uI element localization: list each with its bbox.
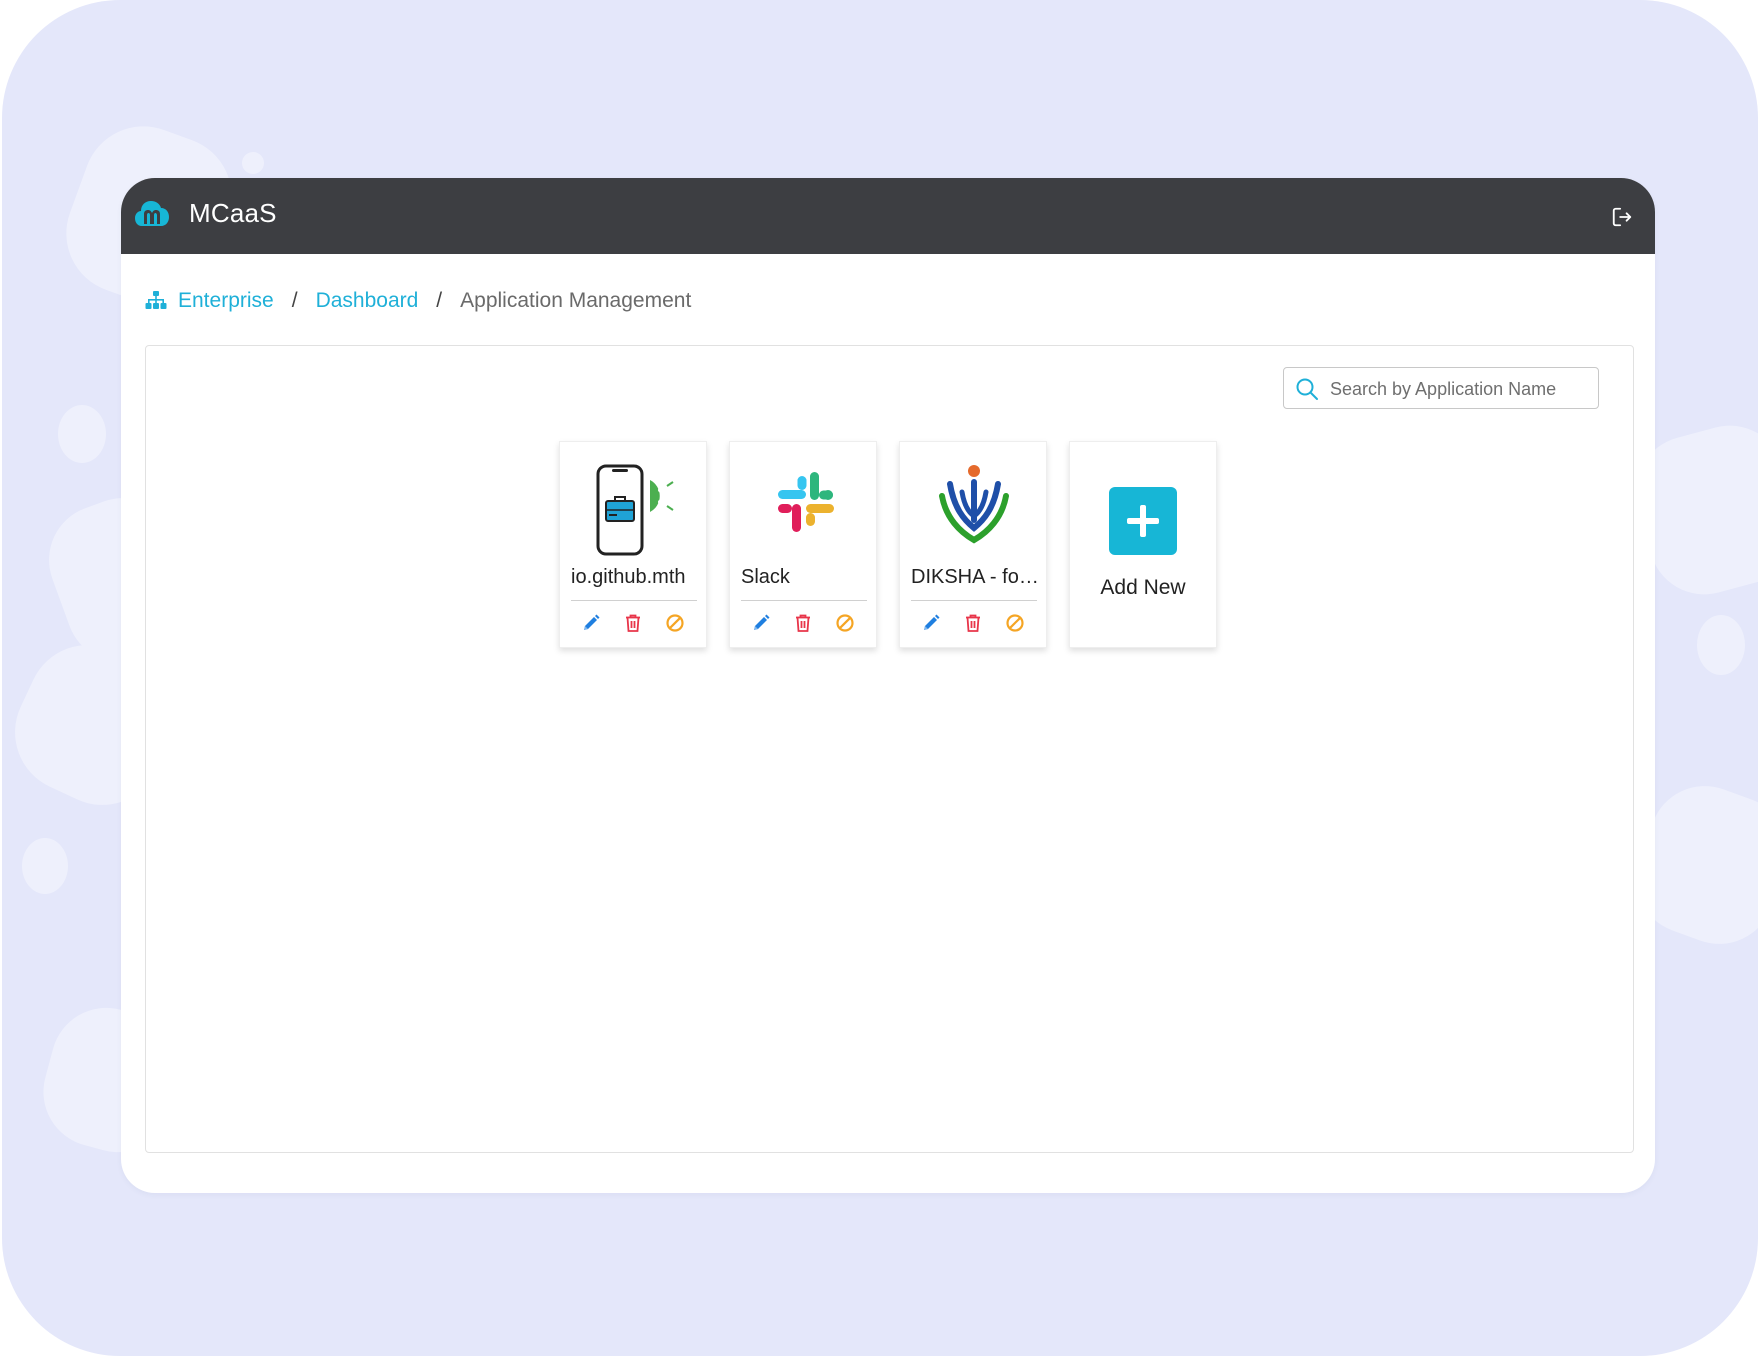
- add-new-button[interactable]: [1109, 487, 1177, 555]
- breadcrumb-dashboard[interactable]: Dashboard: [316, 289, 419, 313]
- app-management-panel: io.github.mth: [145, 345, 1634, 1153]
- card-actions: [560, 613, 706, 633]
- top-navbar: MCaaS: [121, 178, 1655, 254]
- breadcrumb-enterprise[interactable]: Enterprise: [178, 289, 274, 313]
- breadcrumb-separator: /: [291, 289, 298, 312]
- search-input[interactable]: [1328, 370, 1594, 408]
- search-icon: [1296, 378, 1318, 400]
- add-new-label: Add New: [1100, 576, 1186, 599]
- logout-icon[interactable]: [1611, 206, 1633, 228]
- card-divider: [741, 600, 867, 601]
- card-divider: [911, 600, 1037, 601]
- app-name: Slack: [741, 566, 790, 588]
- ban-icon[interactable]: [835, 613, 855, 633]
- card-actions: [900, 613, 1046, 633]
- ban-icon[interactable]: [1005, 613, 1025, 633]
- bg-blob: [1697, 615, 1745, 675]
- app-card[interactable]: io.github.mth: [559, 441, 707, 648]
- app-window: MCaaS Enterprise / Dashboard / Applicati…: [121, 178, 1655, 1193]
- android-phone-briefcase-icon: [596, 464, 674, 556]
- sitemap-icon: [145, 291, 167, 309]
- bg-blob: [58, 405, 106, 463]
- trash-icon[interactable]: [793, 613, 813, 633]
- bg-blob: [242, 152, 264, 174]
- slack-logo-icon: [778, 472, 834, 532]
- app-name: io.github.mth: [571, 566, 686, 588]
- breadcrumb: Enterprise / Dashboard / Application Man…: [145, 286, 691, 316]
- app-card[interactable]: Slack: [729, 441, 877, 648]
- breadcrumb-current: Application Management: [460, 289, 692, 312]
- card-divider: [571, 600, 697, 601]
- pencil-icon[interactable]: [921, 613, 941, 633]
- search-box: [1283, 367, 1599, 409]
- mcaas-cloud-logo-icon[interactable]: [134, 196, 170, 228]
- card-actions: [730, 613, 876, 633]
- add-new-app-card[interactable]: Add New: [1069, 441, 1217, 648]
- trash-icon[interactable]: [623, 613, 643, 633]
- breadcrumb-separator: /: [436, 289, 443, 312]
- bg-blob: [22, 838, 68, 894]
- pencil-icon[interactable]: [751, 613, 771, 633]
- brand-name: MCaaS: [189, 198, 277, 228]
- diksha-logo-icon: [939, 465, 1009, 544]
- app-name: DIKSHA - for teachers: [911, 566, 1041, 588]
- plus-icon: [1127, 505, 1159, 537]
- trash-icon[interactable]: [963, 613, 983, 633]
- pencil-icon[interactable]: [581, 613, 601, 633]
- app-card[interactable]: DIKSHA - for teachers: [899, 441, 1047, 648]
- ban-icon[interactable]: [665, 613, 685, 633]
